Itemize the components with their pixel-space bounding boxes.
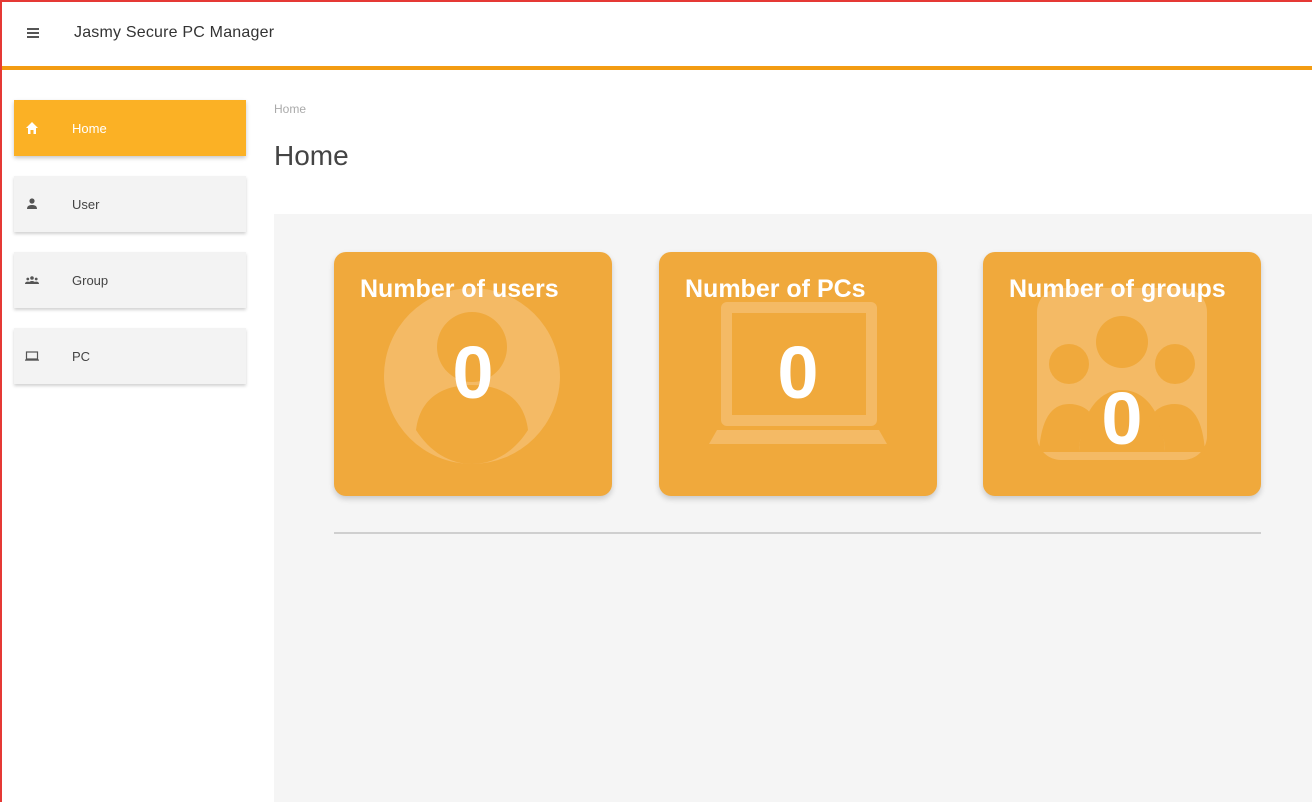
sidebar-item-group[interactable]: Group bbox=[14, 252, 246, 308]
breadcrumb[interactable]: Home bbox=[274, 102, 306, 116]
sidebar-item-pc[interactable]: PC bbox=[14, 328, 246, 384]
page-title: Home bbox=[274, 140, 349, 171]
sidebar-item-user[interactable]: User bbox=[14, 176, 246, 232]
laptop-icon bbox=[25, 351, 39, 361]
card-title: Number of PCs bbox=[685, 275, 866, 303]
pcs-count-card[interactable]: Number of PCs 0 bbox=[659, 252, 937, 496]
card-title: Number of groups bbox=[1009, 275, 1226, 303]
main-content: Home Home Number of users 0 Number of PC… bbox=[274, 70, 1312, 802]
card-value: 0 bbox=[777, 331, 819, 414]
card-value: 0 bbox=[1101, 377, 1143, 460]
dashboard-panel: Number of users 0 Number of PCs 0 Number… bbox=[274, 214, 1312, 802]
sidebar-item-home[interactable]: Home bbox=[14, 100, 246, 156]
groups-count-card[interactable]: Number of groups 0 bbox=[983, 252, 1261, 496]
sidebar-item-label: User bbox=[72, 196, 100, 212]
card-title: Number of users bbox=[360, 275, 559, 303]
card-value: 0 bbox=[452, 331, 494, 414]
sidebar-item-label: PC bbox=[72, 348, 91, 364]
sidebar-item-label: Home bbox=[72, 120, 107, 136]
group-icon bbox=[25, 276, 39, 284]
section-divider bbox=[334, 532, 1261, 534]
sidebar: Home User Group PC bbox=[14, 100, 246, 404]
menu-icon[interactable] bbox=[22, 22, 46, 46]
sidebar-item-label: Group bbox=[72, 272, 109, 288]
top-app-bar: Jasmy Secure PC Manager bbox=[0, 0, 1312, 70]
home-icon bbox=[26, 122, 38, 134]
users-count-card[interactable]: Number of users 0 bbox=[334, 252, 612, 496]
app-title: Jasmy Secure PC Manager bbox=[74, 24, 275, 41]
user-icon bbox=[27, 198, 37, 209]
